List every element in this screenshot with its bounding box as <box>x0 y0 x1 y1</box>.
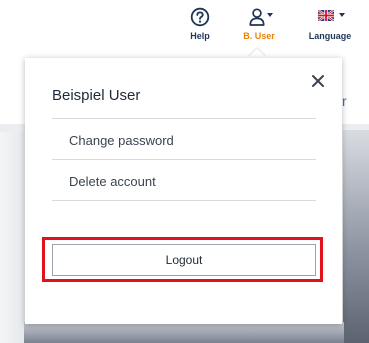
background-text-fragment: r <box>342 93 347 109</box>
top-navigation: Help B. User Language <box>0 0 369 58</box>
user-nav-item[interactable]: B. User <box>236 7 282 41</box>
background-image-bottom <box>24 322 344 343</box>
help-icon <box>190 7 210 27</box>
close-icon[interactable] <box>310 73 326 89</box>
user-label: B. User <box>243 31 275 41</box>
divider <box>52 118 316 119</box>
background-image-right <box>343 130 369 343</box>
help-nav-item[interactable]: Help <box>184 7 216 41</box>
change-password-link[interactable]: Change password <box>69 133 174 148</box>
divider <box>52 200 316 201</box>
language-label: Language <box>308 31 352 41</box>
divider <box>52 159 316 160</box>
uk-flag-icon <box>318 10 334 21</box>
popup-title: Beispiel User <box>52 87 141 104</box>
language-nav-item[interactable]: Language <box>304 7 356 41</box>
delete-account-link[interactable]: Delete account <box>69 174 156 189</box>
logout-button[interactable]: Logout <box>52 244 316 276</box>
user-menu-popup: Beispiel User Change password Delete acc… <box>25 58 342 324</box>
help-label: Help <box>190 31 210 41</box>
chevron-down-icon <box>339 13 345 17</box>
background-image-left <box>0 132 24 343</box>
chevron-down-icon <box>267 13 273 17</box>
user-icon <box>249 8 265 26</box>
